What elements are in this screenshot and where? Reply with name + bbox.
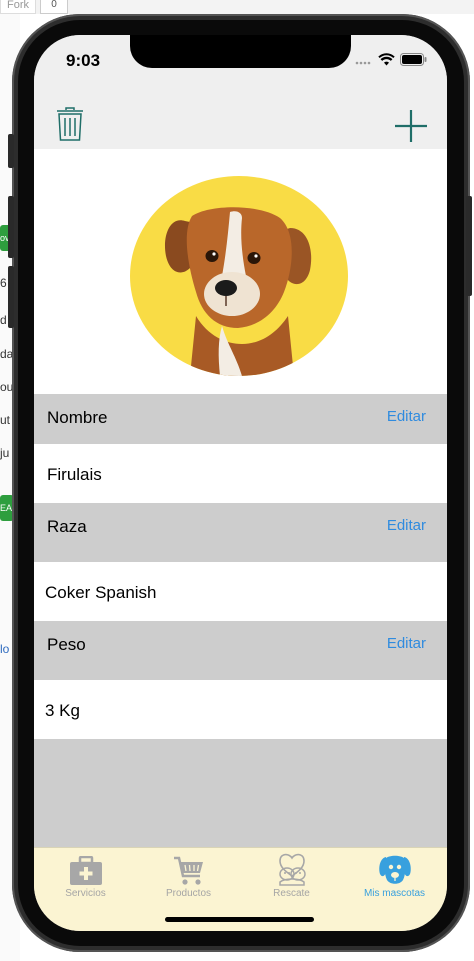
- field-value-row: 3 Kg: [34, 680, 447, 739]
- field-label-raza: Raza: [47, 517, 87, 536]
- rescue-pets-icon: [240, 852, 343, 886]
- mute-switch: [8, 134, 14, 168]
- background-text: d: [0, 313, 7, 327]
- field-value-nombre: Firulais: [47, 465, 102, 484]
- edit-nombre-button[interactable]: Editar: [387, 408, 426, 425]
- field-label-peso: Peso: [47, 635, 86, 654]
- tab-label: Productos: [165, 888, 212, 899]
- pet-photo-area: [34, 149, 447, 394]
- notch: [130, 35, 351, 68]
- field-value-peso: 3 Kg: [45, 701, 80, 720]
- background-toolbar: [0, 0, 474, 14]
- section-header-raza: Raza Editar: [34, 503, 447, 553]
- battery-icon: [400, 53, 427, 71]
- tab-rescate[interactable]: Rescate: [240, 852, 343, 899]
- dog-photo: [164, 207, 312, 376]
- background-tab: Fork: [0, 0, 36, 14]
- field-label-nombre: Nombre: [47, 408, 108, 427]
- pet-avatar[interactable]: [130, 176, 348, 376]
- field-value-row: Firulais: [34, 444, 447, 503]
- background-tab-count: 0: [40, 0, 68, 14]
- tab-label: Rescate: [273, 888, 310, 899]
- section-header-peso: Peso Editar: [34, 621, 447, 671]
- edit-raza-button[interactable]: Editar: [387, 517, 426, 534]
- tab-label: Mis mascotas: [363, 888, 426, 899]
- tab-label: Servicios: [65, 888, 106, 899]
- plus-icon[interactable]: [394, 109, 428, 148]
- volume-up-button: [8, 196, 14, 258]
- signal-dots-icon: [355, 53, 373, 71]
- tab-mis-mascotas[interactable]: Mis mascotas: [343, 852, 446, 899]
- trash-icon[interactable]: [56, 107, 84, 146]
- background-text: ut: [0, 413, 11, 427]
- volume-down-button: [8, 266, 14, 328]
- field-value-raza: Coker Spanish: [45, 583, 157, 602]
- tab-productos[interactable]: Productos: [137, 852, 240, 899]
- shopping-cart-icon: [137, 852, 240, 886]
- power-button: [466, 196, 472, 296]
- status-time: 9:03: [66, 51, 101, 70]
- status-indicators: [355, 53, 427, 71]
- home-indicator: [165, 917, 314, 922]
- app-screen: 9:03 Nombre Editar Firulais Raza Editar …: [34, 35, 447, 931]
- dog-face-icon: [343, 852, 446, 886]
- background-link: lo: [0, 642, 10, 656]
- medical-kit-icon: [34, 852, 137, 886]
- wifi-icon: [378, 53, 395, 71]
- tab-servicios[interactable]: Servicios: [34, 852, 137, 899]
- field-value-row: Coker Spanish: [34, 562, 447, 621]
- section-header-nombre: Nombre Editar: [34, 394, 447, 444]
- edit-peso-button[interactable]: Editar: [387, 635, 426, 652]
- background-text: ju: [0, 446, 10, 460]
